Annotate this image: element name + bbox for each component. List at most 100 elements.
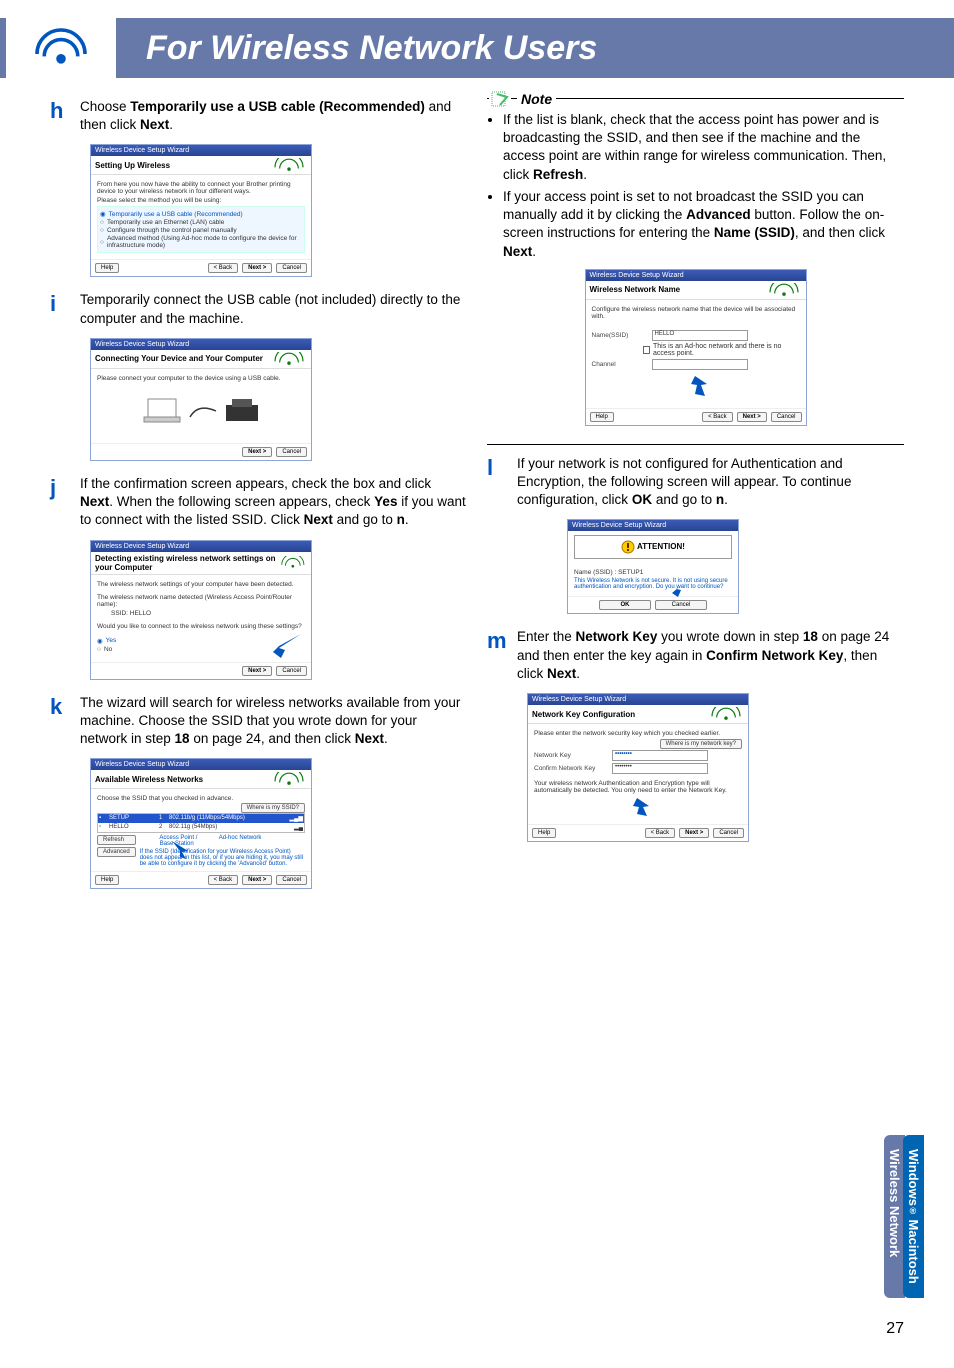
where-key-button[interactable]: Where is my network key? bbox=[660, 739, 742, 749]
dialog-titlebar: Wireless Device Setup Wizard bbox=[91, 145, 311, 156]
cancel-button[interactable]: Cancel bbox=[771, 412, 802, 422]
next-button[interactable]: Next > bbox=[242, 447, 272, 457]
dialog-attention: Wireless Device Setup Wizard ATTENTION! … bbox=[567, 519, 739, 614]
pointer-arrow-icon bbox=[623, 796, 653, 818]
note-label: Note bbox=[517, 91, 556, 107]
dialog-detecting-settings: Wireless Device Setup Wizard Detecting e… bbox=[90, 540, 312, 680]
step-letter-k: k bbox=[50, 694, 68, 749]
wifi-icon bbox=[279, 556, 307, 570]
next-button[interactable]: Next > bbox=[242, 263, 272, 273]
page-number: 27 bbox=[886, 1320, 904, 1338]
help-button[interactable]: Help bbox=[95, 263, 119, 273]
legend-text: Access Point / Ad-hoc Network Base Stati… bbox=[140, 835, 305, 847]
dialog-text: From here you now have the ability to co… bbox=[97, 181, 305, 195]
cancel-button[interactable]: Cancel bbox=[655, 600, 707, 610]
dialog-tip: If the SSID (Identification for your Wir… bbox=[140, 849, 305, 867]
back-button[interactable]: < Back bbox=[702, 412, 733, 422]
tab-os[interactable]: Windows® Macintosh bbox=[903, 1135, 924, 1298]
step-letter-m: m bbox=[487, 628, 505, 683]
dialog-connecting-device: Wireless Device Setup Wizard Connecting … bbox=[90, 338, 312, 461]
dialog-available-networks: Wireless Device Setup Wizard Available W… bbox=[90, 758, 312, 889]
step-letter-i: i bbox=[50, 291, 68, 327]
pointer-arrow-icon bbox=[170, 839, 194, 859]
pointer-arrow-icon bbox=[670, 577, 694, 597]
wifi-icon bbox=[271, 772, 307, 786]
dialog-text: Choose the SSID that you checked in adva… bbox=[97, 795, 305, 802]
dialog-heading: Wireless Network Name bbox=[590, 285, 681, 294]
help-button[interactable]: Help bbox=[532, 828, 556, 838]
dialog-text: Please connect your computer to the devi… bbox=[97, 375, 305, 382]
dialog-setting-up-wireless: Wireless Device Setup Wizard Setting Up … bbox=[90, 144, 312, 277]
note-item: If your access point is set to not broad… bbox=[503, 188, 902, 261]
pointer-arrow-icon bbox=[681, 374, 711, 398]
dialog-titlebar: Wireless Device Setup Wizard bbox=[91, 339, 311, 350]
dialog-titlebar: Wireless Device Setup Wizard bbox=[528, 694, 748, 705]
next-button[interactable]: Next > bbox=[679, 828, 709, 838]
back-button[interactable]: < Back bbox=[645, 828, 676, 838]
refresh-button[interactable]: Refresh bbox=[97, 835, 136, 845]
back-button[interactable]: < Back bbox=[208, 875, 239, 885]
radio-option[interactable]: ○Configure through the control panel man… bbox=[100, 227, 302, 234]
cancel-button[interactable]: Cancel bbox=[276, 875, 307, 885]
note-box: Note If the list is blank, check that th… bbox=[487, 98, 904, 445]
help-button[interactable]: Help bbox=[95, 875, 119, 885]
note-item: If the list is blank, check that the acc… bbox=[503, 111, 902, 184]
warning-icon bbox=[621, 540, 635, 554]
page-header: For Wireless Network Users bbox=[0, 18, 954, 78]
dialog-text: Your wireless network Authentication and… bbox=[534, 780, 742, 794]
cancel-button[interactable]: Cancel bbox=[276, 666, 307, 676]
step-m-text: Enter the Network Key you wrote down in … bbox=[517, 628, 904, 683]
confirm-key-input[interactable]: •••••••• bbox=[612, 763, 708, 774]
usb-cable-icon bbox=[188, 401, 218, 421]
attention-label: ATTENTION! bbox=[637, 542, 685, 551]
next-button[interactable]: Next > bbox=[242, 666, 272, 676]
dialog-titlebar: Wireless Device Setup Wizard bbox=[586, 270, 806, 281]
cancel-button[interactable]: Cancel bbox=[276, 447, 307, 457]
tab-wireless-network[interactable]: Wireless Network bbox=[884, 1135, 905, 1298]
cancel-button[interactable]: Cancel bbox=[713, 828, 744, 838]
step-i-text: Temporarily connect the USB cable (not i… bbox=[80, 291, 467, 327]
radio-option[interactable]: ◉Temporarily use a USB cable (Recommende… bbox=[100, 210, 302, 218]
channel-select bbox=[652, 359, 748, 370]
wifi-header-icon bbox=[6, 18, 116, 78]
next-button[interactable]: Next > bbox=[737, 412, 767, 422]
dialog-text: This Wireless Network is not secure. It … bbox=[574, 578, 732, 590]
wifi-icon bbox=[708, 707, 744, 721]
radio-option[interactable]: ○Advanced method (Using Ad-hoc mode to c… bbox=[100, 235, 302, 249]
radio-no[interactable]: ○No bbox=[97, 646, 271, 653]
step-l-text: If your network is not configured for Au… bbox=[517, 455, 904, 510]
step-letter-l: l bbox=[487, 455, 505, 510]
dialog-wireless-network-name: Wireless Device Setup Wizard Wireless Ne… bbox=[585, 269, 807, 426]
page-title: For Wireless Network Users bbox=[116, 29, 597, 68]
dialog-heading: Detecting existing wireless network sett… bbox=[95, 554, 279, 572]
list-item[interactable]: ▪SETUP1802.11b/g (11Mbps/54Mbps)▂▄▆ bbox=[98, 814, 304, 823]
side-tabs: Wireless Network Windows® Macintosh bbox=[886, 1135, 954, 1298]
dialog-heading: Available Wireless Networks bbox=[95, 775, 203, 784]
network-key-input[interactable]: •••••••• bbox=[612, 750, 708, 761]
where-ssid-button[interactable]: Where is my SSID? bbox=[241, 803, 305, 813]
wifi-icon bbox=[271, 158, 307, 172]
wifi-icon bbox=[766, 283, 802, 297]
ssid-input[interactable]: HELLO bbox=[652, 330, 748, 341]
step-letter-j: j bbox=[50, 475, 68, 530]
wifi-icon bbox=[31, 26, 91, 70]
dialog-titlebar: Wireless Device Setup Wizard bbox=[91, 541, 311, 552]
advanced-button[interactable]: Advanced bbox=[97, 847, 136, 857]
back-button[interactable]: < Back bbox=[208, 263, 239, 273]
help-button[interactable]: Help bbox=[590, 412, 614, 422]
radio-yes[interactable]: ◉Yes bbox=[97, 637, 271, 645]
dialog-network-key: Wireless Device Setup Wizard Network Key… bbox=[527, 693, 749, 842]
step-k-text: The wizard will search for wireless netw… bbox=[80, 694, 467, 749]
dialog-heading: Connecting Your Device and Your Computer bbox=[95, 354, 263, 363]
next-button[interactable]: Next > bbox=[242, 875, 272, 885]
step-letter-h: h bbox=[50, 98, 68, 134]
radio-option[interactable]: ○Temporarily use an Ethernet (LAN) cable bbox=[100, 219, 302, 226]
adhoc-checkbox[interactable] bbox=[643, 346, 650, 354]
dialog-text: The wireless network settings of your co… bbox=[97, 581, 305, 588]
cancel-button[interactable]: Cancel bbox=[276, 263, 307, 273]
step-j-text: If the confirmation screen appears, chec… bbox=[80, 475, 467, 530]
ok-button[interactable]: OK bbox=[599, 600, 651, 610]
list-item[interactable]: ▫HELLO2802.11g (54Mbps)▂▄ bbox=[98, 823, 304, 832]
dialog-text: Please select the method you will be usi… bbox=[97, 197, 305, 204]
dialog-titlebar: Wireless Device Setup Wizard bbox=[568, 520, 738, 531]
